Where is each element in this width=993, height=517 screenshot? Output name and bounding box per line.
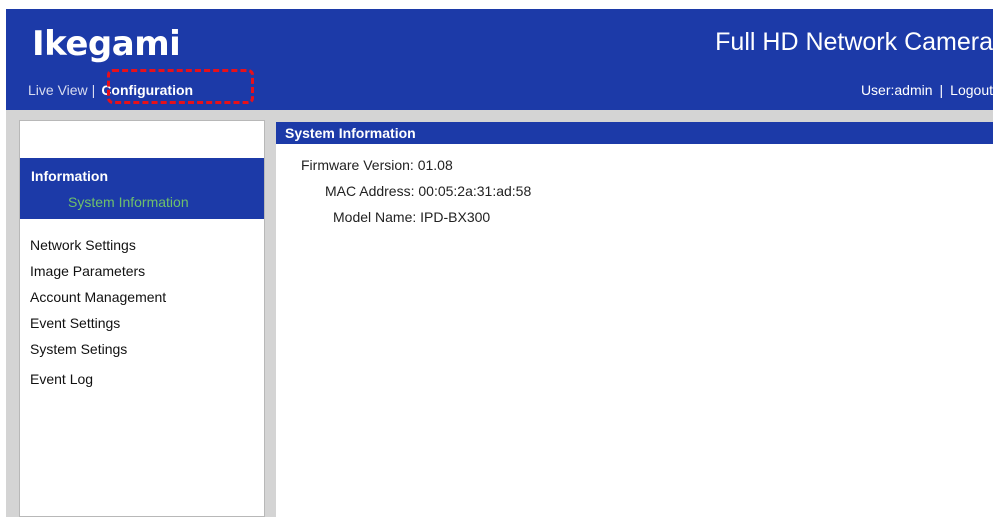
logout-link[interactable]: Logout [950, 82, 993, 98]
top-header: Ikegami Full HD Network Camera Live View… [6, 9, 993, 110]
sidebar-group-title[interactable]: Information [31, 168, 108, 184]
model-name-row: Model Name: IPD-BX300 [333, 209, 490, 225]
product-title: Full HD Network Camera [715, 28, 993, 56]
configuration-highlight-annotation [107, 69, 254, 104]
firmware-version-value: 01.08 [417, 157, 453, 173]
firmware-version-row: Firmware Version: 01.08 [301, 157, 453, 173]
sidebar-item-account-management[interactable]: Account Management [30, 289, 166, 305]
model-name-label: Model Name: [333, 209, 417, 225]
user-nav: User:admin | Logout [861, 82, 993, 98]
sidebar-item-network-settings[interactable]: Network Settings [30, 237, 136, 253]
nav-separator: | [91, 82, 96, 98]
main-panel: System Information Firmware Version: 01.… [276, 122, 993, 517]
mac-address-row: MAC Address: 00:05:2a:31:ad:58 [325, 183, 531, 199]
user-separator: | [939, 82, 944, 98]
page-title: System Information [276, 122, 993, 144]
sidebar-item-event-log[interactable]: Event Log [30, 371, 93, 387]
mac-address-value: 00:05:2a:31:ad:58 [418, 183, 532, 199]
firmware-version-label: Firmware Version: [301, 157, 414, 173]
model-name-value: IPD-BX300 [420, 209, 491, 225]
sidebar: Information System Information Network S… [19, 120, 265, 517]
sidebar-item-image-parameters[interactable]: Image Parameters [30, 263, 145, 279]
content-area: Information System Information Network S… [6, 110, 993, 517]
mac-address-label: MAC Address: [325, 183, 415, 199]
sidebar-item-system-information[interactable]: System Information [68, 194, 189, 210]
sidebar-item-event-settings[interactable]: Event Settings [30, 315, 120, 331]
live-view-link[interactable]: Live View [28, 82, 88, 98]
sidebar-group-information: Information System Information [20, 158, 264, 219]
user-label: User:admin [860, 82, 933, 98]
sidebar-item-system-settings[interactable]: System Setings [30, 341, 127, 357]
ikegami-logo: Ikegami [32, 24, 181, 64]
